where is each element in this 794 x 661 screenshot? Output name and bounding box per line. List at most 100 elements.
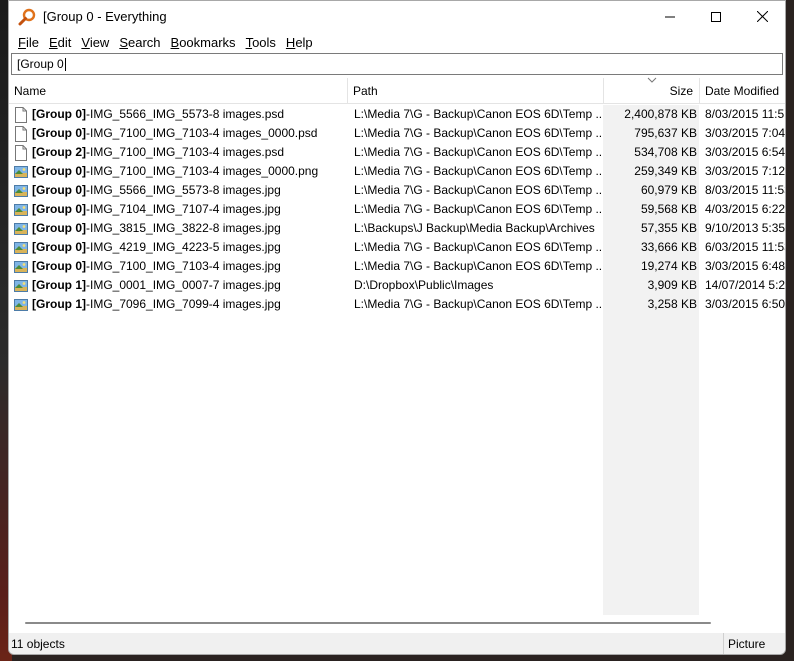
name-match: [Group 2] — [32, 145, 86, 159]
name-match: [Group 0] — [32, 221, 86, 235]
column-name[interactable]: Name — [9, 78, 347, 104]
document-icon — [14, 106, 32, 123]
document-icon — [14, 144, 32, 161]
minimize-icon — [665, 16, 675, 17]
results-list[interactable]: [Group 0] -IMG_5566_IMG_5573-8 images.psd… — [9, 105, 785, 615]
name-rest: -IMG_7096_IMG_7099-4 images.jpg — [86, 297, 281, 311]
date-cell: 3/03/2015 7:12 A — [705, 164, 785, 178]
status-bar: 11 objects Picture — [9, 633, 785, 654]
size-cell: 3,258 KB — [647, 297, 697, 311]
picture-icon — [14, 164, 32, 180]
column-path[interactable]: Path — [347, 78, 603, 104]
table-row[interactable]: [Group 1] -IMG_0001_IMG_0007-7 images.jpg… — [9, 276, 785, 295]
scrollbar-thumb[interactable] — [25, 622, 711, 624]
menu-file[interactable]: File — [13, 35, 44, 50]
search-box[interactable]: [Group 0 — [11, 53, 783, 75]
menu-edit[interactable]: Edit — [44, 35, 76, 50]
date-cell: 3/03/2015 6:50 A — [705, 297, 785, 311]
picture-icon — [14, 202, 32, 218]
maximize-button[interactable] — [693, 1, 739, 32]
name-cell: [Group 0] -IMG_5566_IMG_5573-8 images.psd — [14, 105, 349, 124]
menu-search[interactable]: Search — [114, 35, 165, 50]
name-rest: -IMG_4219_IMG_4223-5 images.jpg — [86, 240, 281, 254]
picture-icon — [14, 278, 32, 294]
table-row[interactable]: [Group 2] -IMG_7100_IMG_7103-4 images.psd… — [9, 143, 785, 162]
name-rest: -IMG_5566_IMG_5573-8 images.psd — [86, 107, 285, 121]
document-icon — [14, 125, 32, 142]
table-row[interactable]: [Group 0] -IMG_7100_IMG_7103-4 images.jpg… — [9, 257, 785, 276]
date-cell: 14/07/2014 5:22 — [705, 278, 785, 292]
size-cell: 19,274 KB — [640, 259, 697, 273]
table-row[interactable]: [Group 0] -IMG_7100_IMG_7103-4 images_000… — [9, 162, 785, 181]
name-cell: [Group 0] -IMG_7100_IMG_7103-4 images.jpg — [14, 257, 349, 276]
path-cell: L:\Media 7\G - Backup\Canon EOS 6D\Temp … — [354, 259, 602, 273]
window-title: [Group 0 - Everything — [43, 9, 167, 24]
name-rest: -IMG_7100_IMG_7103-4 images_0000.psd — [86, 126, 318, 140]
path-cell: L:\Media 7\G - Backup\Canon EOS 6D\Temp … — [354, 145, 602, 159]
menu-help[interactable]: Help — [281, 35, 318, 50]
object-count: 11 objects — [11, 637, 65, 651]
size-cell: 534,708 KB — [634, 145, 697, 159]
magnifier-app-icon — [17, 7, 37, 27]
path-cell: D:\Dropbox\Public\Images — [354, 278, 494, 292]
table-row[interactable]: [Group 0] -IMG_7100_IMG_7103-4 images_000… — [9, 124, 785, 143]
menu-view[interactable]: View — [76, 35, 114, 50]
text-caret — [64, 57, 66, 71]
date-cell: 3/03/2015 6:54 A — [705, 145, 785, 159]
name-cell: [Group 1] -IMG_7096_IMG_7099-4 images.jpg — [14, 295, 349, 314]
size-cell: 3,909 KB — [647, 278, 697, 292]
date-cell: 3/03/2015 7:04 A — [705, 126, 785, 140]
name-rest: -IMG_7100_IMG_7103-4 images.psd — [86, 145, 285, 159]
name-match: [Group 0] — [32, 183, 86, 197]
name-cell: [Group 0] -IMG_7104_IMG_7107-4 images.jpg — [14, 200, 349, 219]
name-cell: [Group 0] -IMG_3815_IMG_3822-8 images.jpg — [14, 219, 349, 238]
picture-icon — [14, 259, 32, 275]
table-row[interactable]: [Group 0] -IMG_5566_IMG_5573-8 images.jpg… — [9, 181, 785, 200]
search-input[interactable]: [Group 0 — [17, 57, 64, 71]
close-button[interactable] — [739, 1, 785, 32]
name-cell: [Group 2] -IMG_7100_IMG_7103-4 images.psd — [14, 143, 349, 162]
column-date-modified[interactable]: Date Modified — [699, 78, 785, 104]
path-cell: L:\Backups\J Backup\Media Backup\Archive… — [354, 221, 595, 235]
path-cell: L:\Media 7\G - Backup\Canon EOS 6D\Temp … — [354, 183, 602, 197]
menu-tools[interactable]: Tools — [241, 35, 281, 50]
path-cell: L:\Media 7\G - Backup\Canon EOS 6D\Temp … — [354, 202, 602, 216]
picture-icon — [14, 221, 32, 237]
table-row[interactable]: [Group 1] -IMG_7096_IMG_7099-4 images.jpg… — [9, 295, 785, 314]
sort-descending-icon — [647, 77, 657, 83]
date-cell: 9/10/2013 5:35 P — [705, 221, 785, 235]
picture-icon — [14, 240, 32, 256]
path-cell: L:\Media 7\G - Backup\Canon EOS 6D\Temp … — [354, 164, 602, 178]
name-cell: [Group 1] -IMG_0001_IMG_0007-7 images.jpg — [14, 276, 349, 295]
name-rest: -IMG_5566_IMG_5573-8 images.jpg — [86, 183, 281, 197]
name-cell: [Group 0] -IMG_7100_IMG_7103-4 images_000… — [14, 124, 349, 143]
path-cell: L:\Media 7\G - Backup\Canon EOS 6D\Temp … — [354, 240, 602, 254]
size-cell: 60,979 KB — [640, 183, 697, 197]
picture-icon — [14, 183, 32, 199]
name-rest: -IMG_7104_IMG_7107-4 images.jpg — [86, 202, 281, 216]
size-cell: 795,637 KB — [634, 126, 697, 140]
table-row[interactable]: [Group 0] -IMG_7104_IMG_7107-4 images.jpg… — [9, 200, 785, 219]
name-match: [Group 0] — [32, 107, 86, 121]
table-row[interactable]: [Group 0] -IMG_3815_IMG_3822-8 images.jpg… — [9, 219, 785, 238]
date-cell: 6/03/2015 11:53 — [705, 240, 785, 254]
menu-bookmarks[interactable]: Bookmarks — [166, 35, 241, 50]
size-cell: 2,400,878 KB — [624, 107, 697, 121]
path-cell: L:\Media 7\G - Backup\Canon EOS 6D\Temp … — [354, 297, 602, 311]
path-cell: L:\Media 7\G - Backup\Canon EOS 6D\Temp … — [354, 107, 602, 121]
table-row[interactable]: [Group 0] -IMG_5566_IMG_5573-8 images.psd… — [9, 105, 785, 124]
filter-label[interactable]: Picture — [723, 633, 765, 654]
name-match: [Group 0] — [32, 240, 86, 254]
name-match: [Group 1] — [32, 278, 86, 292]
horizontal-scrollbar[interactable] — [9, 615, 785, 631]
menu-bar: File Edit View Search Bookmarks Tools He… — [9, 32, 785, 52]
table-row[interactable]: [Group 0] -IMG_4219_IMG_4223-5 images.jpg… — [9, 238, 785, 257]
maximize-icon — [711, 11, 721, 22]
minimize-button[interactable] — [647, 1, 693, 32]
name-cell: [Group 0] -IMG_4219_IMG_4223-5 images.jpg — [14, 238, 349, 257]
everything-window: [Group 0 - Everything File Edit View Sea… — [8, 0, 786, 655]
close-icon — [756, 11, 768, 22]
date-cell: 8/03/2015 11:53 — [705, 183, 785, 197]
name-cell: [Group 0] -IMG_5566_IMG_5573-8 images.jpg — [14, 181, 349, 200]
title-bar[interactable]: [Group 0 - Everything — [9, 1, 785, 32]
